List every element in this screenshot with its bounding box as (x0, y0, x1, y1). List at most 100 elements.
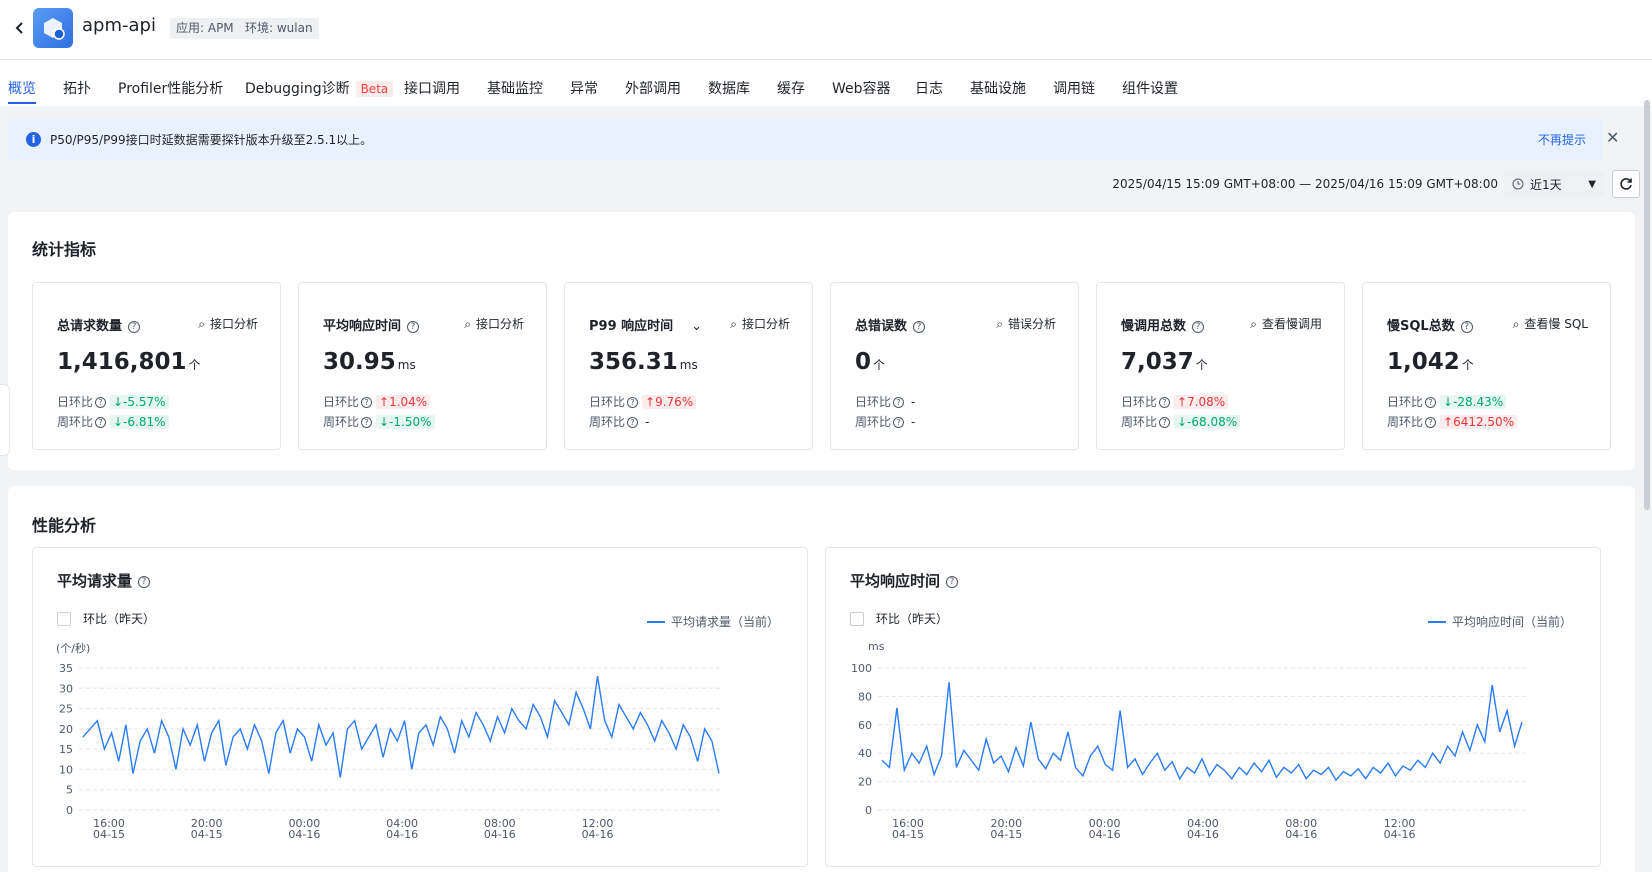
help-icon[interactable]: ? (1425, 397, 1437, 408)
sidebar-collapse-handle[interactable] (0, 384, 10, 456)
help-icon[interactable]: ? (1159, 397, 1171, 408)
kpi-value: 1,416,801 个 (57, 349, 201, 375)
tab-debugging[interactable]: Debugging诊断 Beta (245, 78, 394, 98)
help-icon[interactable]: ? (1425, 417, 1437, 428)
day-over-day-row: 日环比? ↑7.08% (1121, 393, 1229, 410)
tab-web-container[interactable]: Web容器 (832, 78, 891, 98)
stats-title: 统计指标 (32, 240, 97, 259)
tab-overview[interactable]: 概览 (8, 78, 36, 104)
day-label: 日环比 (855, 395, 892, 409)
y-tick-label: 20 (59, 723, 73, 736)
chevron-down-icon[interactable]: ⌄ (691, 319, 702, 334)
tab-interface-calls[interactable]: 接口调用 (404, 78, 460, 98)
kpi-number: 356.31 (589, 349, 678, 375)
notice-text: P50/P95/P99接口时延数据需要探针版本升级至2.5.1以上。 (50, 133, 373, 147)
week-label: 周环比 (589, 415, 626, 429)
kpi-title: 慢调用总数? (1121, 315, 1205, 334)
help-icon[interactable]: ? (627, 417, 639, 428)
day-label: 日环比 (57, 395, 94, 409)
tab-exceptions[interactable]: 异常 (570, 78, 598, 98)
help-icon[interactable]: ? (1159, 417, 1171, 428)
kpi-analysis-link[interactable]: ⌕ 错误分析 (996, 315, 1056, 332)
help-icon[interactable]: ? (1192, 320, 1205, 333)
help-icon[interactable]: ? (1460, 320, 1473, 333)
scrollbar[interactable] (1644, 100, 1650, 510)
dismiss-notice-link[interactable]: 不再提示 (1538, 131, 1586, 148)
week-label: 周环比 (1387, 415, 1424, 429)
y-tick-label: 0 (66, 804, 73, 817)
day-over-day-row: 日环比? ↓-28.43% (1387, 393, 1507, 410)
tab-external-calls[interactable]: 外部调用 (625, 78, 681, 98)
tab-logs[interactable]: 日志 (915, 78, 943, 98)
tab-infrastructure[interactable]: 基础设施 (970, 78, 1026, 98)
week-over-week-row: 周环比? ↓-1.50% (323, 413, 435, 430)
kpi-title: 平均响应时间? (323, 315, 420, 334)
kpi-analysis-link[interactable]: ⌕ 查看慢调用 (1250, 315, 1322, 332)
refresh-icon (1620, 178, 1632, 190)
kpi-number: 1,416,801 (57, 349, 187, 375)
tab-component-settings[interactable]: 组件设置 (1122, 78, 1178, 98)
help-icon[interactable]: ? (407, 320, 420, 333)
request-rate-plot[interactable]: 0510152025303516:0004-1520:0004-1500:000… (33, 548, 808, 867)
tab-basic-monitoring[interactable]: 基础监控 (487, 78, 543, 98)
kpi-link-label: 错误分析 (1007, 317, 1056, 331)
week-change: ↓-6.81% (110, 415, 169, 429)
help-icon[interactable]: ? (627, 397, 639, 408)
week-over-week-row: 周环比? ↓-6.81% (57, 413, 169, 430)
help-icon[interactable]: ? (128, 320, 141, 333)
kpi-title: 总错误数? (855, 315, 926, 334)
y-tick-label: 20 (858, 776, 872, 789)
search-doc-icon: ⌕ (730, 317, 737, 331)
day-change: ↑1.04% (376, 395, 431, 409)
x-tick-date: 04-16 (1384, 828, 1416, 841)
y-tick-label: 15 (59, 743, 73, 756)
time-preset-label: 近1天 (1530, 177, 1562, 192)
day-label: 日环比 (1387, 395, 1424, 409)
kpi-unit: 个 (1461, 358, 1474, 372)
kpi-link-label: 接口分析 (475, 317, 524, 331)
kpi-analysis-link[interactable]: ⌕ 接口分析 (730, 315, 790, 332)
kpi-value: 30.95 ms (323, 349, 416, 375)
x-tick-date: 04-16 (386, 828, 418, 841)
tab-trace[interactable]: 调用链 (1053, 78, 1095, 98)
refresh-button[interactable] (1612, 170, 1640, 198)
help-icon[interactable]: ? (913, 320, 926, 333)
kpi-value: 0个 (855, 349, 885, 375)
app-logo-icon (33, 8, 73, 48)
app-tag: 应用: APM (170, 18, 240, 39)
tab-database[interactable]: 数据库 (708, 78, 750, 98)
kpi-analysis-link[interactable]: ⌕ 接口分析 (198, 315, 258, 332)
back-button[interactable] (8, 16, 32, 40)
close-icon[interactable]: ✕ (1606, 128, 1619, 147)
kpi-link-label: 接口分析 (209, 317, 258, 331)
week-change: ↓-1.50% (376, 415, 435, 429)
kpi-unit: 个 (188, 358, 201, 372)
tab-cache[interactable]: 缓存 (777, 78, 805, 98)
tab-profiler[interactable]: Profiler性能分析 (118, 78, 223, 98)
app-name: apm-api (82, 15, 156, 36)
response-time-plot[interactable]: 02040608010016:0004-1520:0004-1500:0004-… (826, 548, 1601, 867)
help-icon[interactable]: ? (893, 397, 905, 408)
x-tick-date: 04-15 (191, 828, 223, 841)
nav-tabs: 概览 拓扑 Profiler性能分析 Debugging诊断 Beta 接口调用 … (0, 60, 1652, 106)
week-change: ↑6412.50% (1440, 415, 1518, 429)
help-icon[interactable]: ? (361, 417, 373, 428)
time-preset-select[interactable]: 近1天 ▼ (1504, 171, 1604, 197)
help-icon[interactable]: ? (95, 417, 107, 428)
help-icon[interactable]: ? (361, 397, 373, 408)
y-tick-label: 5 (66, 784, 73, 797)
help-icon[interactable]: ? (893, 417, 905, 428)
tab-topology[interactable]: 拓扑 (63, 78, 91, 98)
kpi-unit: ms (679, 358, 698, 372)
kpi-title-text: 总请求数量 (57, 319, 123, 334)
kpi-title-text: 总错误数 (855, 319, 908, 334)
env-tag: 环境: wulan (239, 18, 319, 39)
y-tick-label: 30 (59, 682, 73, 695)
request-rate-chart: 平均请求量? 环比（昨天） 平均请求量（当前） (个/秒) 0 5 10 15 20 25… (32, 547, 808, 867)
kpi-title-text: 平均响应时间 (323, 319, 402, 334)
kpi-analysis-link[interactable]: ⌕ 接口分析 (464, 315, 524, 332)
help-icon[interactable]: ? (95, 397, 107, 408)
kpi-value: 7,037 个 (1121, 349, 1208, 375)
kpi-analysis-link[interactable]: ⌕ 查看慢 SQL (1513, 315, 1588, 332)
week-label: 周环比 (1121, 415, 1158, 429)
